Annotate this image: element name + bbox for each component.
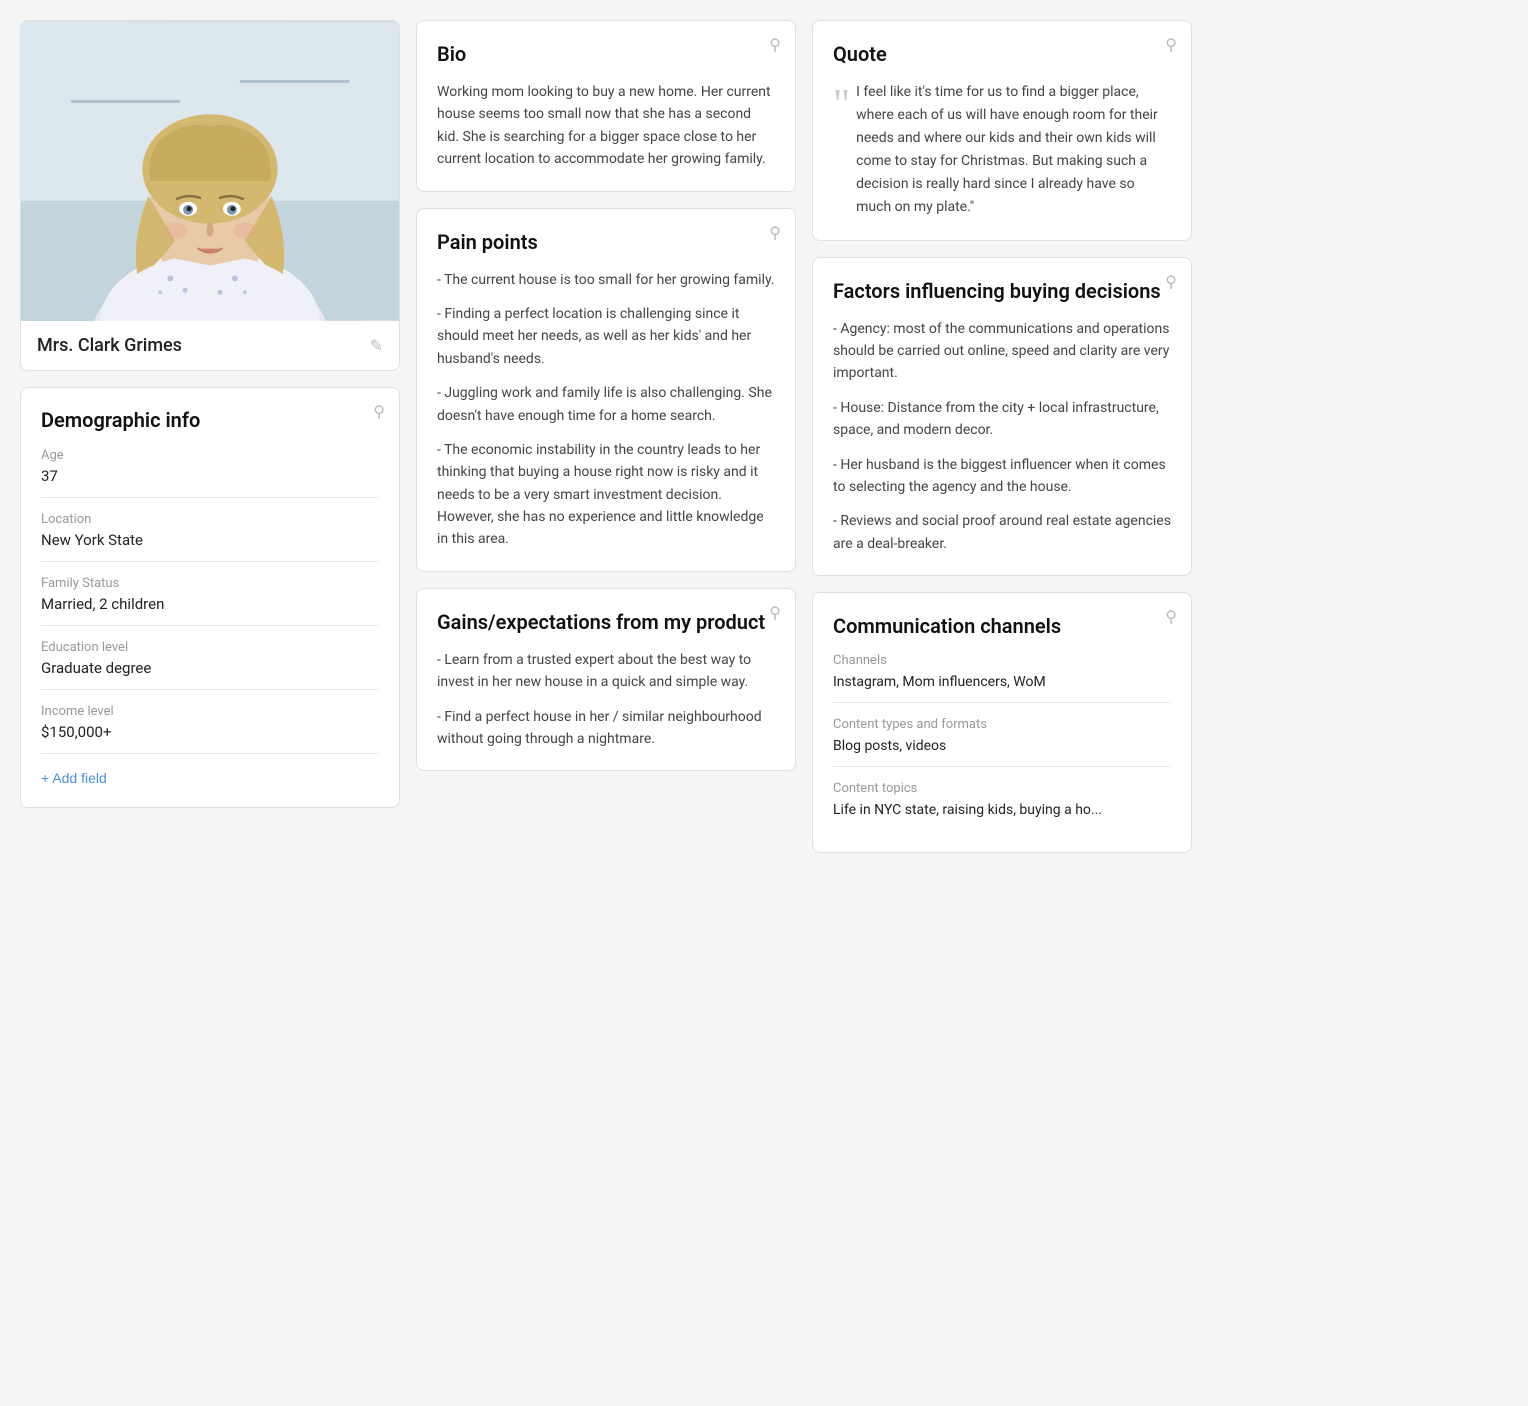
channels-section: Channels Instagram, Mom influencers, WoM (833, 653, 1171, 703)
pain-item-1: - The current house is too small for her… (437, 269, 775, 291)
edit-icon[interactable]: ✎ (370, 336, 383, 355)
family-value: Married, 2 children (41, 595, 379, 626)
bio-title: Bio (437, 41, 775, 67)
content-topics-section: Content topics Life in NYC state, raisin… (833, 781, 1171, 818)
pain-points-card: ⚲ Pain points - The current house is too… (416, 208, 796, 572)
education-label: Education level (41, 640, 379, 655)
factor-item-3: - Her husband is the biggest influencer … (833, 454, 1171, 499)
channels-label: Channels (833, 653, 1171, 668)
bio-card: ⚲ Bio Working mom looking to buy a new h… (416, 20, 796, 192)
gains-item-2: - Find a perfect house in her / similar … (437, 706, 775, 751)
gains-body: - Learn from a trusted expert about the … (437, 649, 775, 751)
age-value: 37 (41, 467, 379, 498)
family-label: Family Status (41, 576, 379, 591)
gains-item-1: - Learn from a trusted expert about the … (437, 649, 775, 694)
bio-body: Working mom looking to buy a new home. H… (437, 81, 775, 171)
demographic-pin-icon[interactable]: ⚲ (373, 402, 385, 421)
gains-pin-icon[interactable]: ⚲ (769, 603, 781, 622)
demographic-card: ⚲ Demographic info Age 37 Location New Y… (20, 387, 400, 808)
bio-pin-icon[interactable]: ⚲ (769, 35, 781, 54)
profile-name: Mrs. Clark Grimes (37, 335, 182, 356)
demographic-age-field: Age 37 (41, 448, 379, 498)
content-topics-label: Content topics (833, 781, 1171, 796)
pain-points-body: - The current house is too small for her… (437, 269, 775, 551)
factor-item-1: - Agency: most of the communications and… (833, 318, 1171, 385)
factors-card: ⚲ Factors influencing buying decisions -… (812, 257, 1192, 577)
quote-content: " I feel like it's time for us to find a… (833, 81, 1171, 220)
gains-card: ⚲ Gains/expectations from my product - L… (416, 588, 796, 772)
education-value: Graduate degree (41, 659, 379, 690)
quote-title: Quote (833, 41, 1171, 67)
factor-item-4: - Reviews and social proof around real e… (833, 510, 1171, 555)
demographic-family-field: Family Status Married, 2 children (41, 576, 379, 626)
demographic-title: Demographic info (41, 408, 379, 432)
pain-points-pin-icon[interactable]: ⚲ (769, 223, 781, 242)
factors-body: - Agency: most of the communications and… (833, 318, 1171, 556)
communication-pin-icon[interactable]: ⚲ (1165, 607, 1177, 626)
content-types-label: Content types and formats (833, 717, 1171, 732)
content-topics-value: Life in NYC state, raising kids, buying … (833, 802, 1171, 818)
channels-value: Instagram, Mom influencers, WoM (833, 674, 1171, 703)
communication-title: Communication channels (833, 613, 1171, 639)
quote-pin-icon[interactable]: ⚲ (1165, 35, 1177, 54)
pain-item-3: - Juggling work and family life is also … (437, 382, 775, 427)
location-label: Location (41, 512, 379, 527)
quote-card: ⚲ Quote " I feel like it's time for us t… (812, 20, 1192, 241)
profile-card: Mrs. Clark Grimes ✎ (20, 20, 400, 371)
communication-card: ⚲ Communication channels Channels Instag… (812, 592, 1192, 853)
location-value: New York State (41, 531, 379, 562)
content-types-value: Blog posts, videos (833, 738, 1171, 767)
gains-title: Gains/expectations from my product (437, 609, 775, 635)
pain-item-2: - Finding a perfect location is challeng… (437, 303, 775, 370)
income-value: $150,000+ (41, 723, 379, 754)
profile-image (21, 21, 399, 321)
factor-item-2: - House: Distance from the city + local … (833, 397, 1171, 442)
add-field-button[interactable]: + Add field (41, 770, 107, 786)
age-label: Age (41, 448, 379, 463)
income-label: Income level (41, 704, 379, 719)
pain-item-4: - The economic instability in the countr… (437, 439, 775, 551)
quote-marks: " (833, 89, 850, 123)
content-types-section: Content types and formats Blog posts, vi… (833, 717, 1171, 767)
demographic-location-field: Location New York State (41, 512, 379, 562)
factors-pin-icon[interactable]: ⚲ (1165, 272, 1177, 291)
quote-text: I feel like it's time for us to find a b… (856, 81, 1171, 220)
demographic-income-field: Income level $150,000+ (41, 704, 379, 754)
pain-points-title: Pain points (437, 229, 775, 255)
factors-title: Factors influencing buying decisions (833, 278, 1171, 304)
demographic-education-field: Education level Graduate degree (41, 640, 379, 690)
